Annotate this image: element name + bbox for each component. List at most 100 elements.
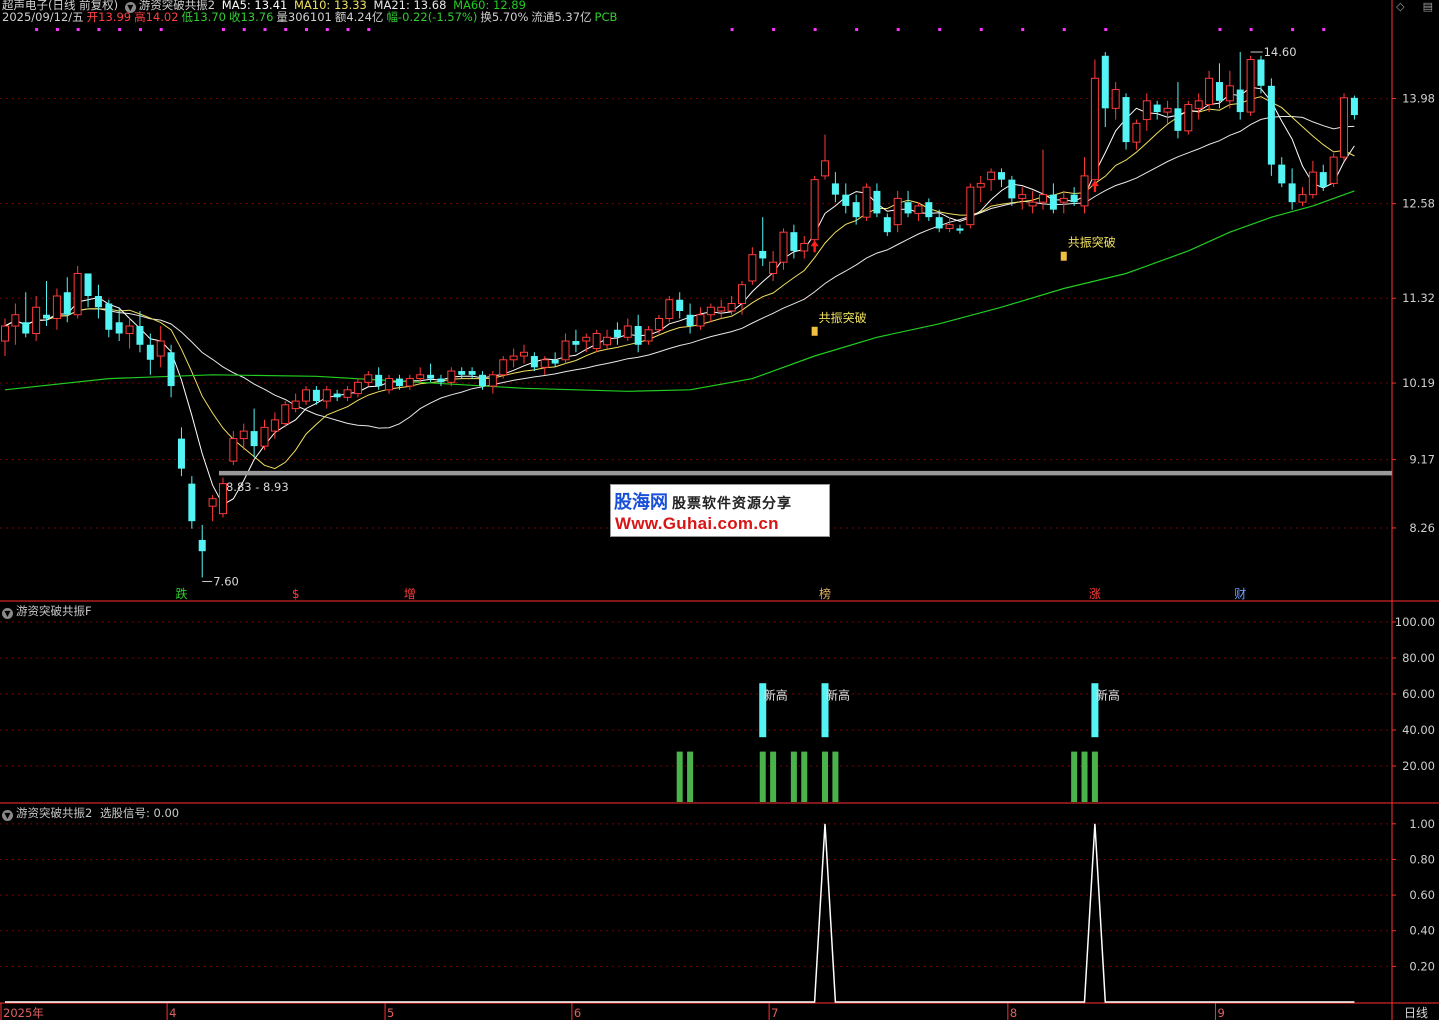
candle-body <box>1039 194 1047 203</box>
high-price-label: 14.60 <box>1264 45 1297 59</box>
candle-body <box>322 389 331 402</box>
candle-body <box>84 273 92 296</box>
candle-body <box>1070 194 1078 203</box>
candle-body <box>260 426 269 447</box>
sub2-tick-label: 1.00 <box>1409 817 1435 831</box>
amount: 额4.24亿 <box>334 10 384 24</box>
event-marker: 榜 <box>819 586 831 601</box>
collapse-icon[interactable]: ▼ <box>2 608 13 619</box>
main-tick-label: 13.98 <box>1402 92 1435 106</box>
sub1-tick-label: 80.00 <box>1402 651 1435 665</box>
candle-body <box>976 182 985 188</box>
magenta-marker <box>118 28 122 31</box>
candle-body <box>1215 82 1223 101</box>
magenta-marker <box>938 28 942 31</box>
magenta-marker <box>855 28 859 31</box>
menu-icon[interactable]: ▤ <box>1423 0 1433 13</box>
candle-body <box>582 336 591 342</box>
candle-body <box>1205 77 1214 106</box>
sub1-tick-label: 100.00 <box>1395 615 1435 629</box>
candle-body <box>790 232 798 251</box>
open-price: 开13.99 <box>86 10 132 24</box>
collapse-icon[interactable]: ▼ <box>2 810 13 821</box>
magenta-marker <box>1322 28 1326 31</box>
magenta-marker <box>1062 28 1066 31</box>
float-cap: 流通5.37亿 <box>531 10 592 24</box>
candle-body <box>540 359 549 368</box>
candle-body <box>821 160 830 177</box>
new-high-label: 新高 <box>764 687 788 702</box>
signal-bar-green <box>1091 751 1098 802</box>
candle-body <box>468 371 476 375</box>
event-marker: 财 <box>1234 587 1246 601</box>
sector: PCB <box>594 10 618 24</box>
sub1-tick-label: 20.00 <box>1402 759 1435 773</box>
magenta-marker <box>263 28 267 31</box>
candle-body <box>1278 164 1286 184</box>
x-tick-label: 8 <box>1010 1006 1017 1020</box>
magenta-marker <box>159 28 163 31</box>
candle-body <box>1225 85 1234 102</box>
candle-body <box>167 352 175 387</box>
candle-body <box>353 381 362 395</box>
volume: 量306101 <box>276 10 332 24</box>
up-arrow-icon <box>810 240 819 253</box>
x-tick-label: 9 <box>1217 1006 1224 1020</box>
candle-body <box>405 378 414 387</box>
candle-body <box>291 400 300 410</box>
x-tick-label: 2025年 <box>3 1006 44 1020</box>
period-label: 日线 <box>1404 1006 1428 1020</box>
candle-body <box>437 378 445 383</box>
candle-body <box>395 378 403 387</box>
candle-body <box>873 190 881 214</box>
candle-body <box>893 197 902 226</box>
candle-body <box>343 389 352 398</box>
magenta-marker <box>813 28 817 31</box>
magenta-marker <box>284 28 288 31</box>
magenta-marker <box>97 28 101 31</box>
magenta-marker <box>346 28 350 31</box>
candle-body <box>188 483 196 522</box>
candle-body <box>509 355 518 361</box>
signal-bar-green <box>832 751 839 802</box>
candle-body <box>737 284 746 304</box>
candle-body <box>105 303 113 330</box>
trade-date: 2025/09/12/五 <box>2 10 84 24</box>
magenta-marker <box>35 28 39 31</box>
new-high-label: 新高 <box>826 687 850 702</box>
sub2-title: ▼ 游资突破共振2 选股信号: 0.00 <box>2 805 179 821</box>
candle-body <box>966 186 975 226</box>
candle-body <box>1153 104 1161 113</box>
candle-body <box>634 326 642 345</box>
x-tick-label: 6 <box>574 1006 581 1020</box>
candle-body <box>644 329 653 342</box>
candle-body <box>883 217 891 233</box>
sub2-tick-label: 0.80 <box>1409 852 1435 866</box>
diamond-icon[interactable]: ◇ <box>1396 0 1404 13</box>
event-marker: 跌 <box>175 586 187 601</box>
magenta-marker <box>325 28 329 31</box>
candle-body <box>530 356 538 368</box>
candle-body <box>759 250 767 259</box>
candle-body <box>665 299 674 320</box>
event-marker: $ <box>292 587 300 601</box>
candle-body <box>177 438 185 469</box>
sub2-tick-label: 0.20 <box>1409 959 1435 973</box>
x-tick-label: 5 <box>387 1006 394 1020</box>
turnover: 换5.70% <box>480 10 529 24</box>
candle-body <box>779 231 788 263</box>
candle-body <box>281 404 290 425</box>
candle-body <box>1308 171 1317 196</box>
watermark-subtitle: 股票软件资源分享 <box>672 496 792 512</box>
candle-body <box>270 419 279 432</box>
candle-body <box>458 371 466 375</box>
main-tick-label: 9.17 <box>1409 453 1435 467</box>
candle-body <box>623 325 632 338</box>
candle-body <box>447 370 456 383</box>
event-marker: 增 <box>404 587 416 601</box>
candle-body <box>1080 175 1089 207</box>
watermark-logo: 股海网 股票软件资源分享 Www.Guhai.com.cn <box>610 484 830 537</box>
candle-body <box>592 333 601 350</box>
magenta-marker <box>730 28 734 31</box>
signal-bar-green <box>676 751 683 802</box>
